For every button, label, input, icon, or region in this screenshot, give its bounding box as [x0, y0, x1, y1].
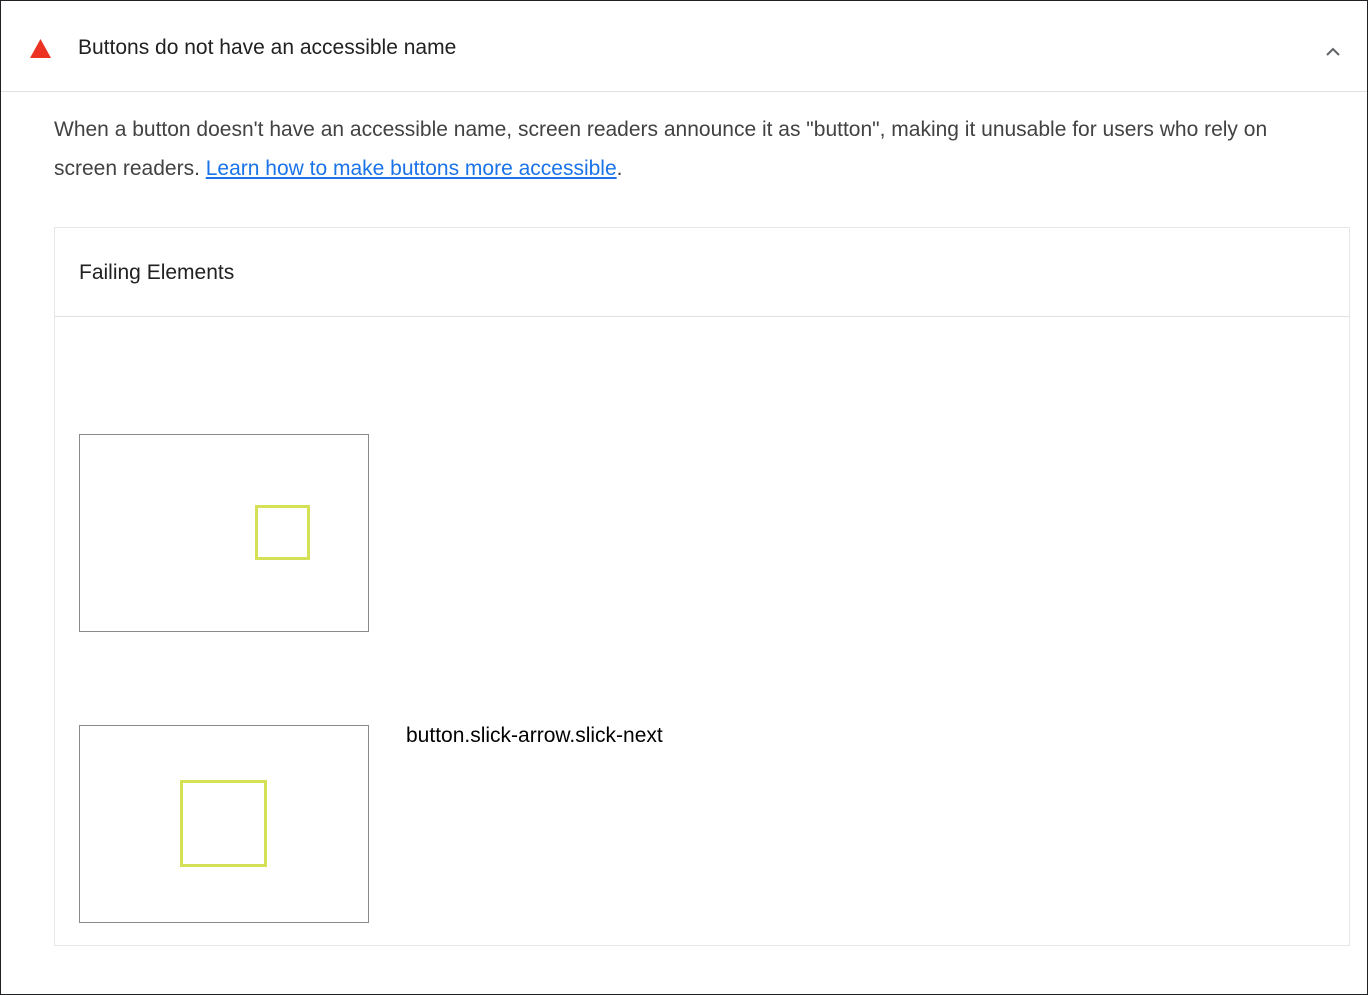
audit-description: When a button doesn't have an accessible… [54, 110, 1334, 188]
chevron-up-icon[interactable] [1322, 44, 1344, 60]
audit-panel: Buttons do not have an accessible name W… [0, 0, 1368, 995]
element-screenshot-thumbnail [79, 434, 369, 632]
table-row [55, 317, 1349, 717]
table-row: button.slick-arrow.slick-next [55, 718, 1349, 944]
element-highlight-box [255, 505, 310, 560]
learn-more-link[interactable]: Learn how to make buttons more accessibl… [206, 157, 617, 180]
warning-triangle-icon [30, 39, 51, 58]
audit-title: Buttons do not have an accessible name [78, 36, 457, 59]
failing-elements-table: Failing Elements button.slick-arrow.slic… [54, 227, 1350, 946]
description-end: . [616, 157, 623, 180]
element-highlight-box [180, 780, 267, 867]
audit-header[interactable]: Buttons do not have an accessible name [1, 1, 1367, 92]
element-screenshot-thumbnail [79, 725, 369, 923]
column-header-failing-elements: Failing Elements [79, 261, 235, 284]
element-selector: button.slick-arrow.slick-next [406, 724, 663, 747]
table-header: Failing Elements [55, 228, 1349, 317]
